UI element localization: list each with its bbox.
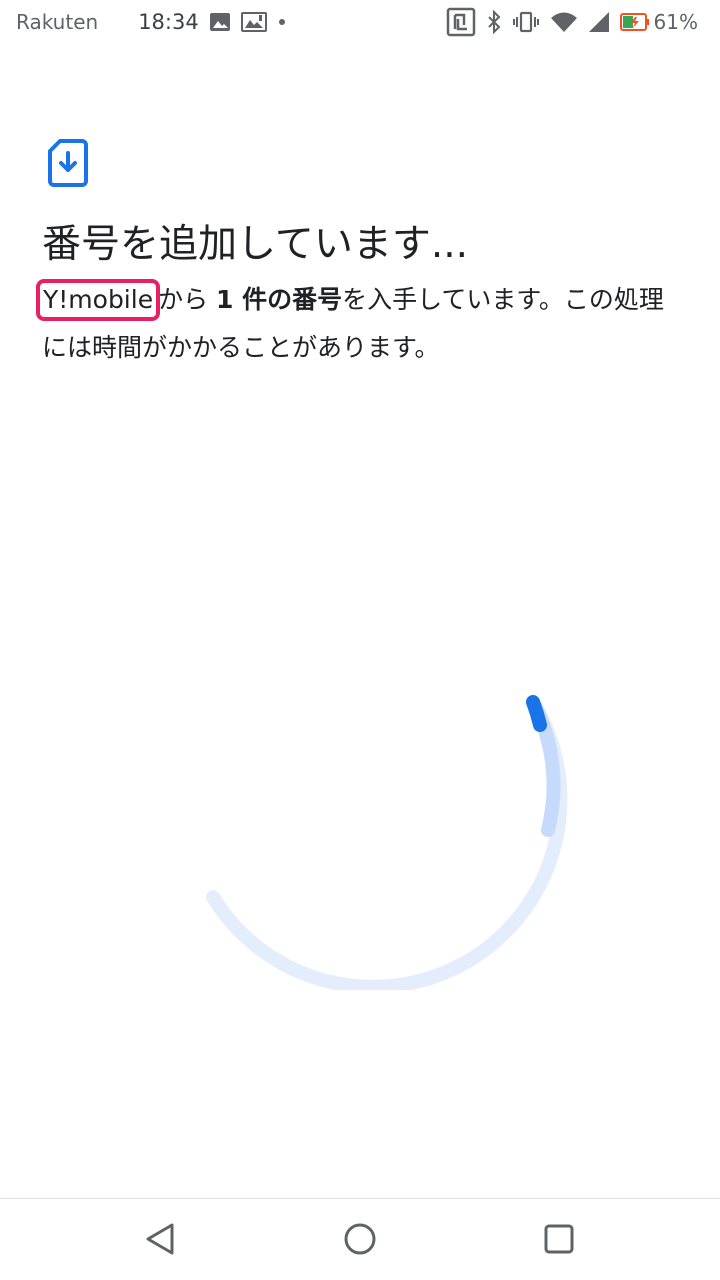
spinner-head (526, 695, 547, 732)
signal-icon (588, 11, 610, 33)
description-number-count: 1 件の番号 (216, 285, 343, 314)
dot-icon (277, 17, 287, 27)
screen: Rakuten 18:34 61% 番号を追加しています... Y!mobile… (0, 0, 720, 1280)
wifi-icon (550, 11, 578, 33)
home-button[interactable] (338, 1217, 382, 1261)
spinner-track (206, 695, 568, 994)
recents-icon (544, 1224, 574, 1254)
nfc-icon (446, 7, 476, 37)
clock: 18:34 (138, 10, 199, 34)
progress-spinner (200, 690, 570, 994)
page-title: 番号を追加しています... (42, 222, 469, 267)
gallery-icon (240, 11, 267, 33)
recents-button[interactable] (537, 1217, 581, 1261)
status-bar: Rakuten 18:34 61% (0, 0, 720, 44)
bluetooth-icon (486, 10, 502, 34)
image-icon (209, 12, 231, 32)
battery-icon (619, 12, 650, 32)
carrier-name-label: Rakuten (16, 10, 99, 34)
carrier-name-highlight: Y!mobile (35, 279, 161, 321)
description-text: Y!mobile から 1 件の番号を入手しています。この処理には時間がかかること… (35, 276, 682, 372)
navigation-bar (0, 1199, 720, 1280)
back-icon (146, 1223, 174, 1255)
battery-percentage: 61% (653, 10, 698, 34)
sim-download-icon (48, 138, 88, 188)
status-bar-left: Rakuten 18:34 (16, 8, 297, 36)
vibrate-icon (512, 10, 540, 34)
back-button[interactable] (138, 1217, 182, 1261)
description-part-1: から (158, 285, 217, 314)
status-bar-right: 61% (436, 7, 698, 37)
home-icon (344, 1223, 376, 1255)
